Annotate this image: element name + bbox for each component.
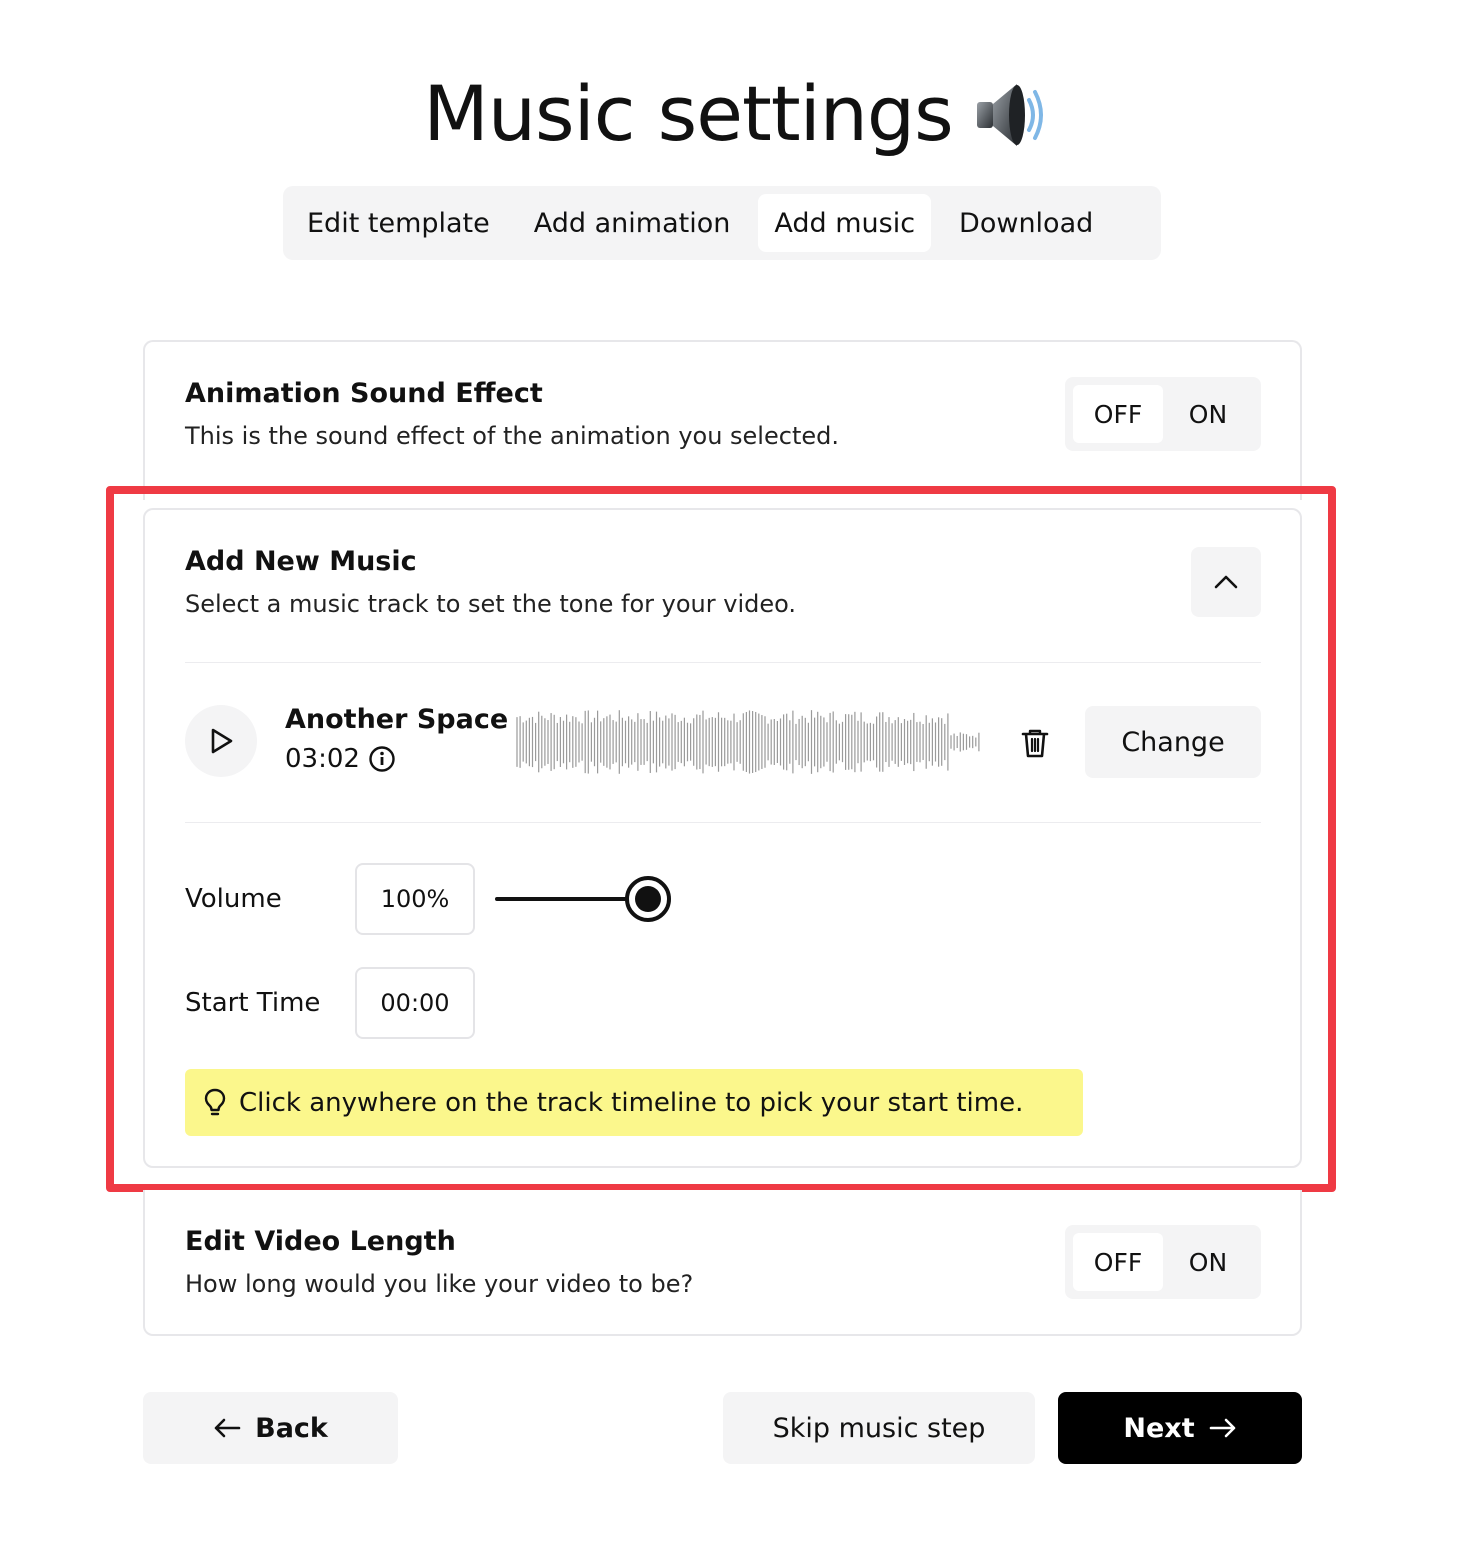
highlight-frame xyxy=(106,486,1336,1192)
step-tabs: Edit template Add animation Add music Do… xyxy=(283,186,1161,260)
skip-music-button[interactable]: Skip music step xyxy=(723,1392,1035,1464)
tab-add-music[interactable]: Add music xyxy=(758,194,932,252)
speaker-icon xyxy=(976,84,1043,146)
back-label: Back xyxy=(255,1412,328,1444)
sound-effect-off-option[interactable]: OFF xyxy=(1073,385,1163,443)
sound-effect-card: Animation Sound Effect This is the sound… xyxy=(143,340,1302,500)
next-button[interactable]: Next xyxy=(1058,1392,1302,1464)
video-length-off-option[interactable]: OFF xyxy=(1073,1233,1163,1291)
tab-add-animation[interactable]: Add animation xyxy=(518,194,747,252)
video-length-on-option[interactable]: ON xyxy=(1163,1233,1253,1291)
page-title: Music settings xyxy=(423,68,953,158)
arrow-right-icon xyxy=(1209,1418,1235,1438)
video-length-toggle: OFF ON xyxy=(1065,1225,1261,1299)
page-header: Music settings xyxy=(0,58,1474,168)
video-length-description: How long would you like your video to be… xyxy=(185,1270,694,1298)
sound-effect-toggle: OFF ON xyxy=(1065,377,1261,451)
video-length-title: Edit Video Length xyxy=(185,1226,456,1257)
sound-effect-title: Animation Sound Effect xyxy=(185,378,543,409)
sound-effect-on-option[interactable]: ON xyxy=(1163,385,1253,443)
tab-download[interactable]: Download xyxy=(943,194,1109,252)
video-length-card: Edit Video Length How long would you lik… xyxy=(143,1190,1302,1336)
back-button[interactable]: Back xyxy=(143,1392,398,1464)
arrow-left-icon xyxy=(214,1418,241,1438)
tab-edit-template[interactable]: Edit template xyxy=(291,194,506,252)
sound-effect-description: This is the sound effect of the animatio… xyxy=(185,422,839,450)
next-label: Next xyxy=(1123,1412,1195,1444)
